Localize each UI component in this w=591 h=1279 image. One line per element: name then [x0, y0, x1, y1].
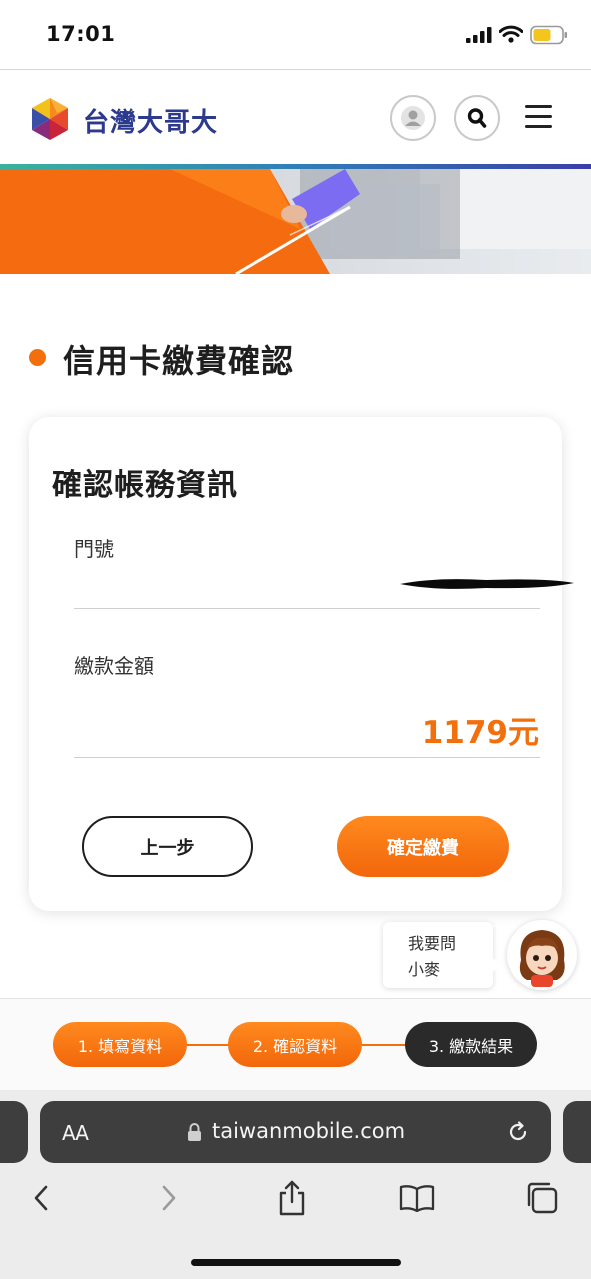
assistant-avatar-icon	[519, 930, 565, 987]
confirm-payment-button[interactable]: 確定繳費	[337, 816, 509, 877]
browser-bar: AA taiwanmobile.com	[0, 1090, 591, 1279]
chevron-right-icon	[162, 1185, 176, 1211]
url-text[interactable]: taiwanmobile.com	[212, 1119, 405, 1143]
step-payment-result: 3. 繳款結果	[405, 1022, 537, 1067]
wifi-icon	[499, 25, 523, 43]
status-time: 17:01	[46, 22, 116, 46]
back-button[interactable]	[21, 1178, 61, 1218]
search-button[interactable]	[454, 95, 500, 141]
page-title: 信用卡繳費確認	[63, 342, 295, 380]
book-icon	[399, 1185, 435, 1212]
previous-step-button[interactable]: 上一步	[82, 816, 253, 877]
step-confirm-data: 2. 確認資料	[228, 1022, 362, 1067]
chat-bubble[interactable]: 我要問 小麥	[383, 922, 502, 988]
address-bar[interactable]: AA taiwanmobile.com	[40, 1101, 551, 1163]
title-bullet	[29, 349, 46, 366]
chat-line-1: 我要問	[408, 934, 457, 953]
hamburger-menu-icon[interactable]	[525, 105, 553, 131]
amount-label: 繳款金額	[74, 654, 154, 678]
bookmarks-button[interactable]	[397, 1178, 437, 1218]
reload-icon[interactable]	[506, 1120, 530, 1144]
site-header: 台灣大哥大	[0, 70, 591, 164]
banner-image	[0, 169, 591, 274]
taiwan-mobile-logo-icon[interactable]	[27, 96, 73, 142]
share-icon	[279, 1180, 305, 1216]
browser-toolbar	[0, 1170, 591, 1230]
divider	[74, 757, 540, 758]
card-title: 確認帳務資訊	[52, 468, 238, 503]
tabs-icon	[527, 1182, 558, 1214]
forward-button[interactable]	[149, 1178, 189, 1218]
share-button[interactable]	[272, 1178, 312, 1218]
cellular-signal-icon	[466, 27, 492, 43]
phone-number-label: 門號	[74, 537, 114, 561]
logo-text[interactable]: 台灣大哥大	[83, 102, 218, 139]
confirm-card: 確認帳務資訊 門號 繳款金額 1179元 上一步 確定繳費	[29, 417, 574, 911]
step-connector	[185, 1044, 231, 1046]
user-icon	[401, 106, 425, 130]
status-bar: 17:01	[0, 0, 591, 70]
tabs-button[interactable]	[522, 1178, 562, 1218]
phone-number-redacted	[400, 579, 574, 589]
amount-value: 1179元	[421, 715, 539, 751]
step-connector	[360, 1044, 408, 1046]
chat-line-2: 小麥	[408, 960, 441, 979]
home-indicator[interactable]	[191, 1259, 401, 1266]
next-tab-peek[interactable]	[563, 1101, 591, 1163]
step-fill-data: 1. 填寫資料	[53, 1022, 187, 1067]
chat-avatar[interactable]	[507, 920, 577, 990]
reader-settings-button[interactable]: AA	[62, 1121, 89, 1145]
member-button[interactable]	[390, 95, 436, 141]
chevron-left-icon	[34, 1185, 48, 1211]
progress-steps: 1. 填寫資料 2. 確認資料 3. 繳款結果	[0, 998, 591, 1090]
battery-icon	[530, 25, 567, 45]
lock-icon	[188, 1123, 201, 1141]
banner-photo-icon	[0, 169, 591, 274]
previous-tab-peek[interactable]	[0, 1101, 28, 1163]
search-icon	[467, 108, 487, 128]
divider	[74, 608, 540, 609]
